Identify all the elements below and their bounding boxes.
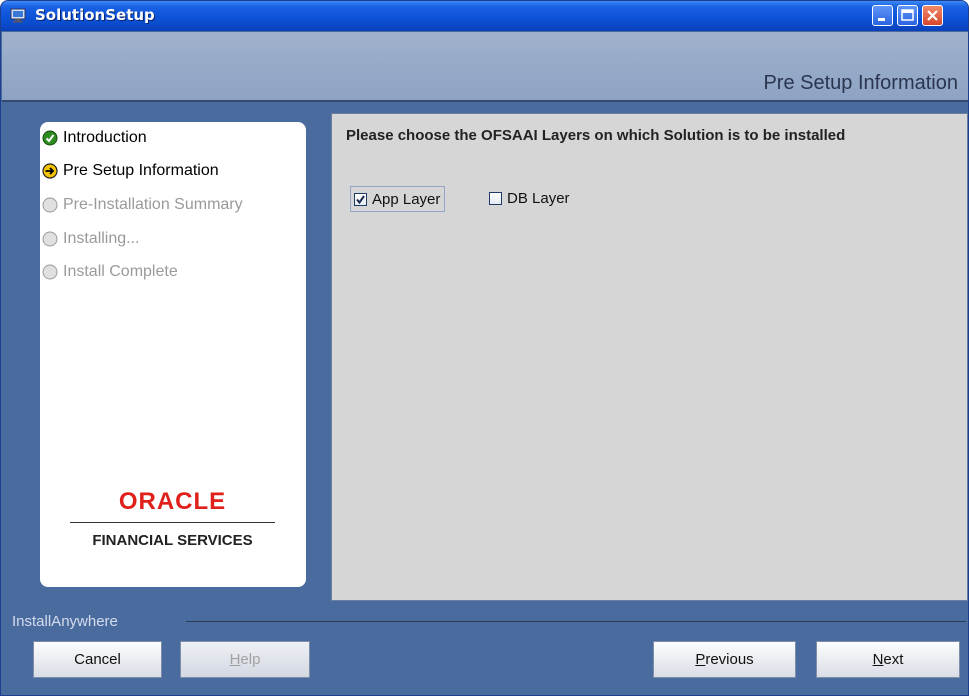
step-label: Install Complete bbox=[63, 263, 178, 280]
step-introduction: Introduction bbox=[42, 127, 147, 149]
page-title: Pre Setup Information bbox=[763, 72, 958, 94]
help-button[interactable]: Help bbox=[180, 641, 310, 678]
minimize-button[interactable] bbox=[872, 5, 893, 26]
installanywhere-label: InstallAnywhere bbox=[12, 613, 118, 630]
arrow-right-circle-icon bbox=[42, 163, 58, 179]
previous-button-label: Previous bbox=[695, 651, 754, 668]
cancel-button-label: Cancel bbox=[74, 651, 121, 668]
db-layer-option[interactable]: DB Layer bbox=[489, 186, 570, 210]
logo-divider bbox=[70, 522, 275, 523]
app-icon bbox=[10, 8, 26, 23]
empty-circle-icon bbox=[42, 197, 58, 213]
layer-prompt: Please choose the OFSAAI Layers on which… bbox=[346, 127, 846, 144]
app-layer-option[interactable]: App Layer bbox=[350, 186, 446, 212]
title-bar[interactable]: SolutionSetup bbox=[1, 1, 968, 31]
cancel-button[interactable]: Cancel bbox=[33, 641, 162, 678]
step-pre-installation-summary: Pre-Installation Summary bbox=[42, 194, 243, 216]
help-button-label: Help bbox=[229, 651, 261, 668]
minimize-icon bbox=[878, 18, 885, 21]
header-divider bbox=[2, 100, 968, 102]
app-layer-label: App Layer bbox=[372, 190, 441, 208]
maximize-icon bbox=[901, 9, 914, 21]
installer-window: SolutionSetup Pre Setup Information Intr… bbox=[0, 0, 969, 696]
step-label: Pre-Installation Summary bbox=[63, 196, 243, 213]
check-circle-icon bbox=[42, 130, 58, 146]
oracle-wordmark: ORACLE bbox=[118, 488, 227, 515]
maximize-button[interactable] bbox=[897, 5, 918, 26]
step-label: Introduction bbox=[63, 129, 147, 146]
step-pre-setup-information: Pre Setup Information bbox=[42, 160, 219, 182]
step-installing: Installing... bbox=[42, 228, 139, 250]
app-layer-checkbox[interactable] bbox=[354, 192, 367, 206]
footer-divider bbox=[186, 621, 966, 622]
header-strip: Pre Setup Information bbox=[2, 32, 968, 100]
steps-panel: Introduction Pre Setup Information Pre-I… bbox=[40, 122, 306, 587]
step-label: Pre Setup Information bbox=[63, 162, 219, 179]
close-button[interactable] bbox=[922, 5, 943, 26]
step-label: Installing... bbox=[63, 230, 140, 247]
checkmark-icon bbox=[356, 194, 365, 204]
db-layer-label: DB Layer bbox=[507, 189, 570, 207]
empty-circle-icon bbox=[42, 231, 58, 247]
previous-button[interactable]: Previous bbox=[653, 641, 796, 678]
next-button[interactable]: Next bbox=[816, 641, 960, 678]
db-layer-checkbox[interactable] bbox=[489, 191, 502, 205]
window-title: SolutionSetup bbox=[35, 6, 155, 24]
oracle-logo: ORACLE FINANCIAL SERVICES bbox=[70, 488, 275, 549]
empty-circle-icon bbox=[42, 264, 58, 280]
next-button-label: Next bbox=[872, 651, 904, 668]
step-install-complete: Install Complete bbox=[42, 261, 178, 283]
content-pane: Please choose the OFSAAI Layers on which… bbox=[331, 113, 968, 601]
logo-subtitle: FINANCIAL SERVICES bbox=[92, 532, 253, 549]
close-icon bbox=[927, 10, 938, 21]
